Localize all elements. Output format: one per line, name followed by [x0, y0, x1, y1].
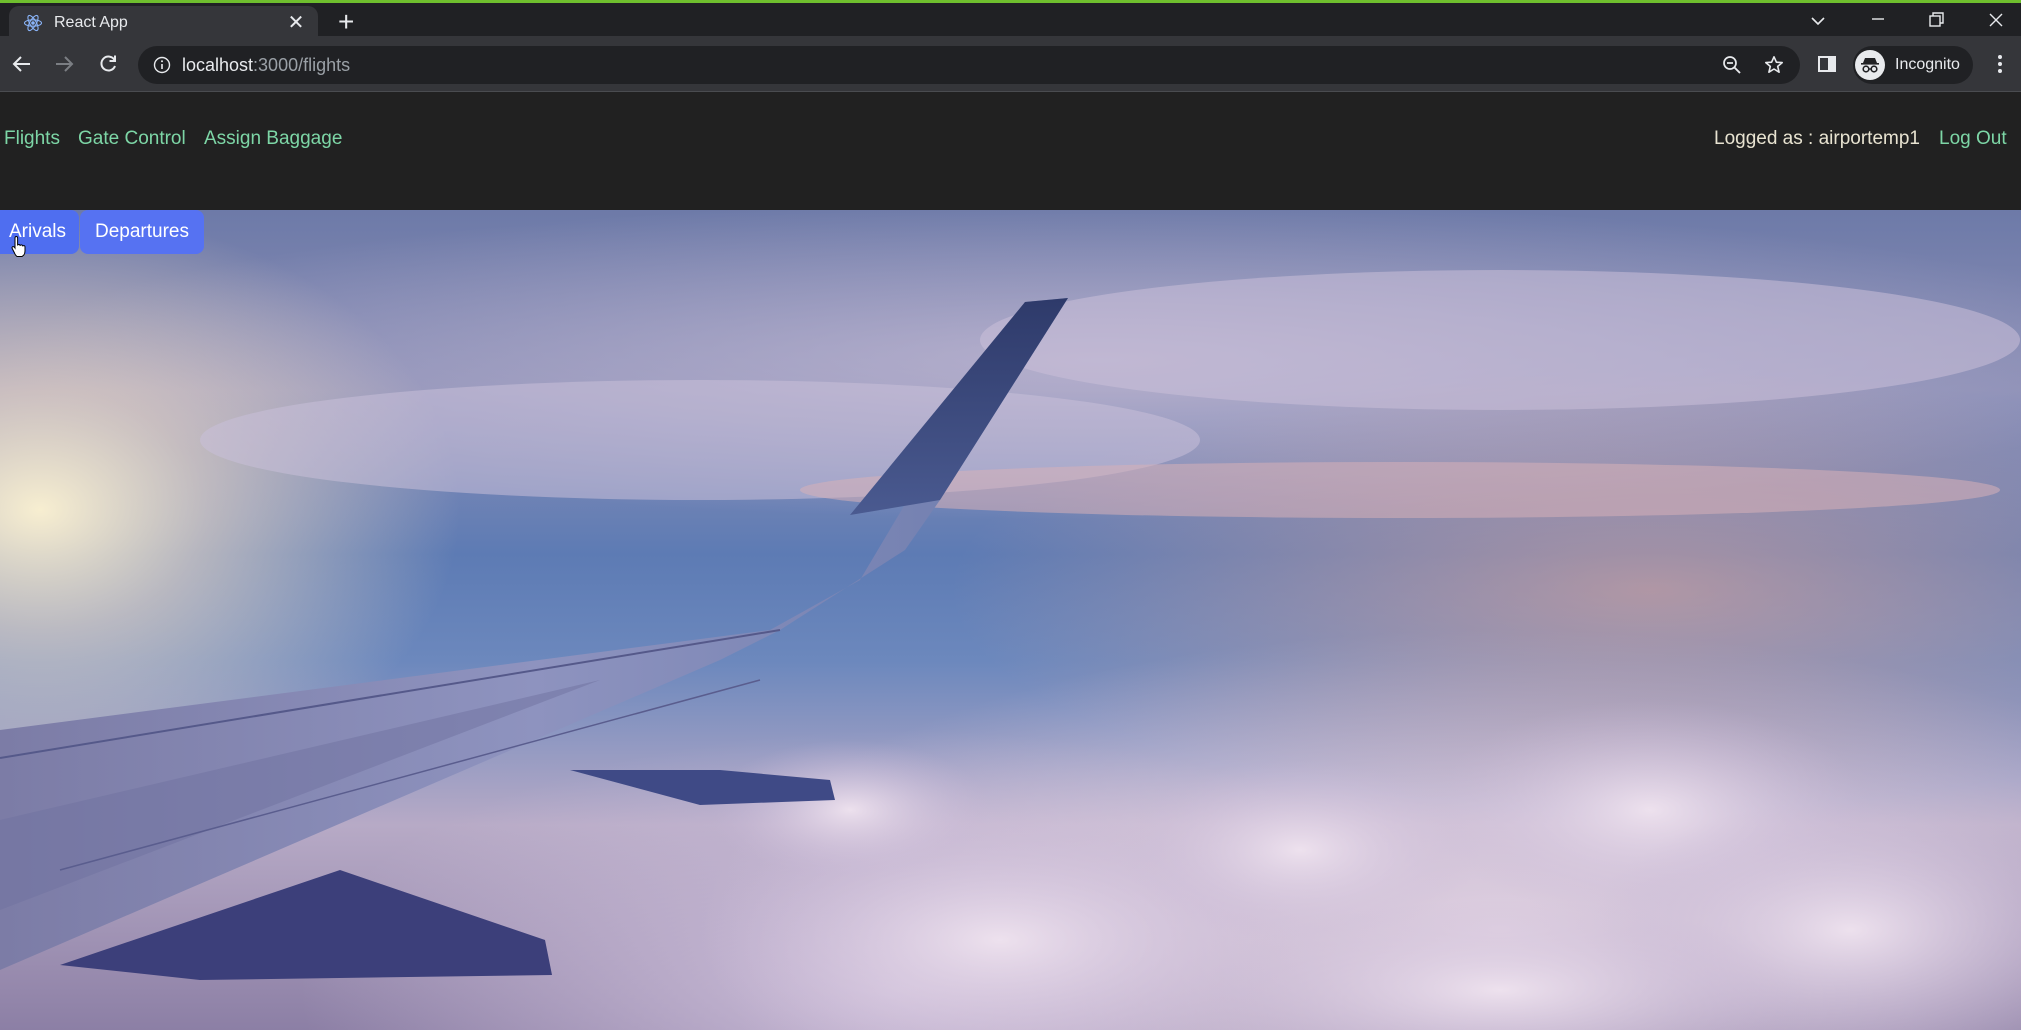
- incognito-icon: [1855, 50, 1885, 80]
- zoom-icon[interactable]: [1722, 55, 1742, 75]
- app-navbar: Flights Gate Control Assign Baggage Logg…: [0, 92, 2021, 210]
- info-icon[interactable]: [153, 56, 171, 74]
- hand-cursor-icon: [11, 236, 26, 257]
- star-icon[interactable]: [1764, 55, 1784, 75]
- browser-tabstrip: React App ✕ +: [0, 0, 2021, 39]
- nav-link-assign-baggage[interactable]: Assign Baggage: [204, 128, 342, 150]
- plus-icon[interactable]: +: [338, 7, 354, 37]
- window-close-icon[interactable]: [1980, 5, 2012, 37]
- url-host: localhost: [182, 54, 254, 75]
- profile-chip[interactable]: Incognito: [1853, 46, 1973, 84]
- forward-icon[interactable]: [48, 48, 80, 80]
- tab-title: React App: [54, 13, 128, 31]
- reload-icon[interactable]: [92, 48, 124, 80]
- react-favicon: [23, 14, 43, 31]
- close-icon[interactable]: ✕: [284, 13, 308, 33]
- address-bar[interactable]: localhost:3000/flights: [138, 46, 1800, 84]
- url-path: :3000/flights: [253, 54, 351, 75]
- hero-background-image: [0, 210, 2021, 1030]
- minimize-icon[interactable]: [1862, 5, 1894, 37]
- restore-icon[interactable]: [1920, 5, 1952, 37]
- departures-button[interactable]: Departures: [80, 210, 204, 254]
- menu-icon[interactable]: [1984, 48, 2016, 80]
- airplane-wing-illustration: [0, 270, 2021, 1030]
- chevron-down-icon[interactable]: [1802, 5, 1834, 37]
- nav-link-gate-control[interactable]: Gate Control: [78, 128, 186, 150]
- nav-link-flights[interactable]: Flights: [4, 128, 60, 150]
- logout-link[interactable]: Log Out: [1939, 128, 2007, 150]
- profile-label: Incognito: [1895, 56, 1960, 73]
- flight-type-toggle: Arivals Departures: [0, 210, 204, 254]
- logged-in-user: Logged as : airportemp1: [1714, 128, 1920, 149]
- browser-tab[interactable]: React App ✕: [9, 6, 318, 39]
- back-icon[interactable]: [6, 48, 38, 80]
- side-panel-icon[interactable]: [1811, 48, 1843, 80]
- browser-toolbar: localhost:3000/flights Incognito: [0, 36, 2021, 92]
